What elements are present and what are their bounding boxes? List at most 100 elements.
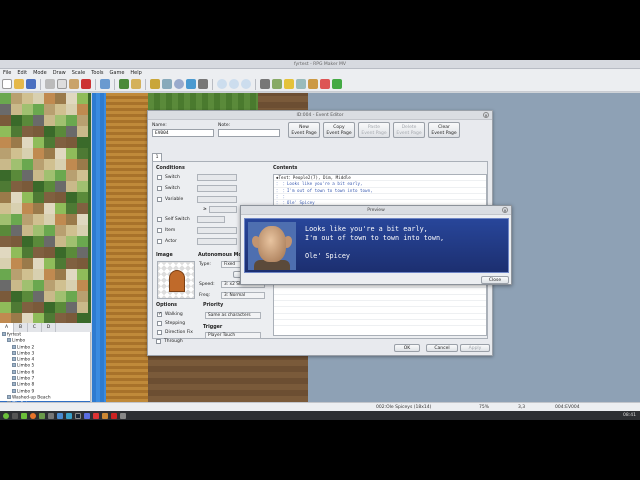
tile[interactable] bbox=[44, 247, 55, 258]
tile[interactable] bbox=[44, 192, 55, 203]
menu-help[interactable]: Help bbox=[127, 69, 144, 77]
sound-test-icon[interactable] bbox=[284, 79, 294, 89]
tile[interactable] bbox=[55, 126, 66, 137]
tile[interactable] bbox=[11, 181, 22, 192]
tile[interactable] bbox=[22, 115, 33, 126]
tile[interactable] bbox=[33, 247, 44, 258]
actor-combo[interactable] bbox=[197, 238, 237, 245]
tile[interactable] bbox=[33, 203, 44, 214]
tile[interactable] bbox=[33, 115, 44, 126]
app-icon[interactable] bbox=[48, 412, 54, 419]
event-note-field[interactable] bbox=[218, 129, 280, 137]
tile[interactable] bbox=[0, 126, 11, 137]
tile[interactable] bbox=[33, 258, 44, 269]
firefox-icon[interactable] bbox=[30, 412, 36, 419]
tile[interactable] bbox=[0, 192, 11, 203]
delete-event-page-button[interactable]: Delete Event Page bbox=[393, 122, 425, 138]
tile[interactable] bbox=[77, 170, 88, 181]
item-checkbox[interactable] bbox=[157, 228, 162, 233]
menu-draw[interactable]: Draw bbox=[50, 69, 69, 77]
tile[interactable] bbox=[66, 236, 77, 247]
tile[interactable] bbox=[55, 181, 66, 192]
tile[interactable] bbox=[0, 148, 11, 159]
character-generator-icon[interactable] bbox=[320, 79, 330, 89]
save-project-icon[interactable] bbox=[26, 79, 36, 89]
start-menu-icon[interactable] bbox=[3, 412, 9, 419]
tile[interactable] bbox=[11, 236, 22, 247]
menu-scale[interactable]: Scale bbox=[69, 69, 88, 77]
tile[interactable] bbox=[33, 313, 44, 323]
tile[interactable] bbox=[77, 192, 88, 203]
tile[interactable] bbox=[55, 225, 66, 236]
tile[interactable] bbox=[33, 137, 44, 148]
tile[interactable] bbox=[11, 170, 22, 181]
tile[interactable] bbox=[77, 93, 88, 104]
tile[interactable] bbox=[0, 115, 11, 126]
tile[interactable] bbox=[0, 258, 11, 269]
priority-combo[interactable]: Same as characters bbox=[205, 312, 261, 319]
tile[interactable] bbox=[55, 137, 66, 148]
close-icon[interactable]: × bbox=[502, 207, 508, 213]
tile[interactable] bbox=[33, 192, 44, 203]
tile[interactable] bbox=[66, 247, 77, 258]
switch1-checkbox[interactable] bbox=[157, 175, 162, 180]
files-icon[interactable] bbox=[21, 412, 27, 419]
tile[interactable] bbox=[55, 291, 66, 302]
tile[interactable] bbox=[0, 104, 11, 115]
cancel-button[interactable]: Cancel bbox=[426, 344, 458, 352]
copy-icon[interactable] bbox=[57, 79, 67, 89]
tile[interactable] bbox=[55, 247, 66, 258]
through-checkbox[interactable] bbox=[156, 339, 161, 344]
tile[interactable] bbox=[22, 313, 33, 323]
tile[interactable] bbox=[33, 93, 44, 104]
tile[interactable] bbox=[66, 181, 77, 192]
tile[interactable] bbox=[11, 302, 22, 313]
tileset-tab-d[interactable]: D bbox=[42, 323, 56, 332]
tile[interactable] bbox=[77, 313, 88, 323]
tile[interactable] bbox=[77, 203, 88, 214]
tile[interactable] bbox=[22, 93, 33, 104]
clear-event-page-button[interactable]: Clear Event Page bbox=[428, 122, 460, 138]
menu-game[interactable]: Game bbox=[107, 69, 128, 77]
filezilla-icon[interactable] bbox=[111, 412, 117, 419]
paste-icon[interactable] bbox=[69, 79, 79, 89]
terminal-icon[interactable] bbox=[12, 412, 18, 419]
tile[interactable] bbox=[77, 225, 88, 236]
switch1-combo[interactable] bbox=[197, 174, 237, 181]
tile[interactable] bbox=[77, 258, 88, 269]
paste-event-page-button[interactable]: Paste Event Page bbox=[358, 122, 390, 138]
taskbar-clock[interactable]: 08:41 bbox=[623, 411, 636, 420]
tile[interactable] bbox=[33, 280, 44, 291]
tile[interactable] bbox=[11, 258, 22, 269]
tile[interactable] bbox=[0, 280, 11, 291]
fill-icon[interactable] bbox=[186, 79, 196, 89]
close-icon[interactable]: × bbox=[483, 112, 489, 118]
item-combo[interactable] bbox=[197, 227, 237, 234]
open-project-icon[interactable] bbox=[14, 79, 24, 89]
tile[interactable] bbox=[11, 115, 22, 126]
tile[interactable] bbox=[44, 203, 55, 214]
tileset-tab-a[interactable]: A bbox=[0, 323, 14, 332]
tile[interactable] bbox=[55, 280, 66, 291]
tile[interactable] bbox=[44, 181, 55, 192]
tile[interactable] bbox=[33, 291, 44, 302]
tile[interactable] bbox=[22, 126, 33, 137]
tile[interactable] bbox=[44, 313, 55, 323]
walking-checkbox[interactable] bbox=[157, 311, 162, 317]
tile[interactable] bbox=[11, 247, 22, 258]
tile[interactable] bbox=[0, 225, 11, 236]
tile[interactable] bbox=[0, 93, 11, 104]
rpgmaker-icon[interactable] bbox=[102, 412, 108, 419]
tile[interactable] bbox=[77, 104, 88, 115]
tile[interactable] bbox=[11, 148, 22, 159]
tile[interactable] bbox=[77, 137, 88, 148]
tile[interactable] bbox=[66, 126, 77, 137]
preview-close-button[interactable]: Close bbox=[481, 276, 509, 284]
tile[interactable] bbox=[77, 269, 88, 280]
tile[interactable] bbox=[44, 115, 55, 126]
tile[interactable] bbox=[55, 148, 66, 159]
tile[interactable] bbox=[77, 302, 88, 313]
tile[interactable] bbox=[11, 214, 22, 225]
photo-icon[interactable] bbox=[57, 412, 63, 419]
tile[interactable] bbox=[66, 192, 77, 203]
